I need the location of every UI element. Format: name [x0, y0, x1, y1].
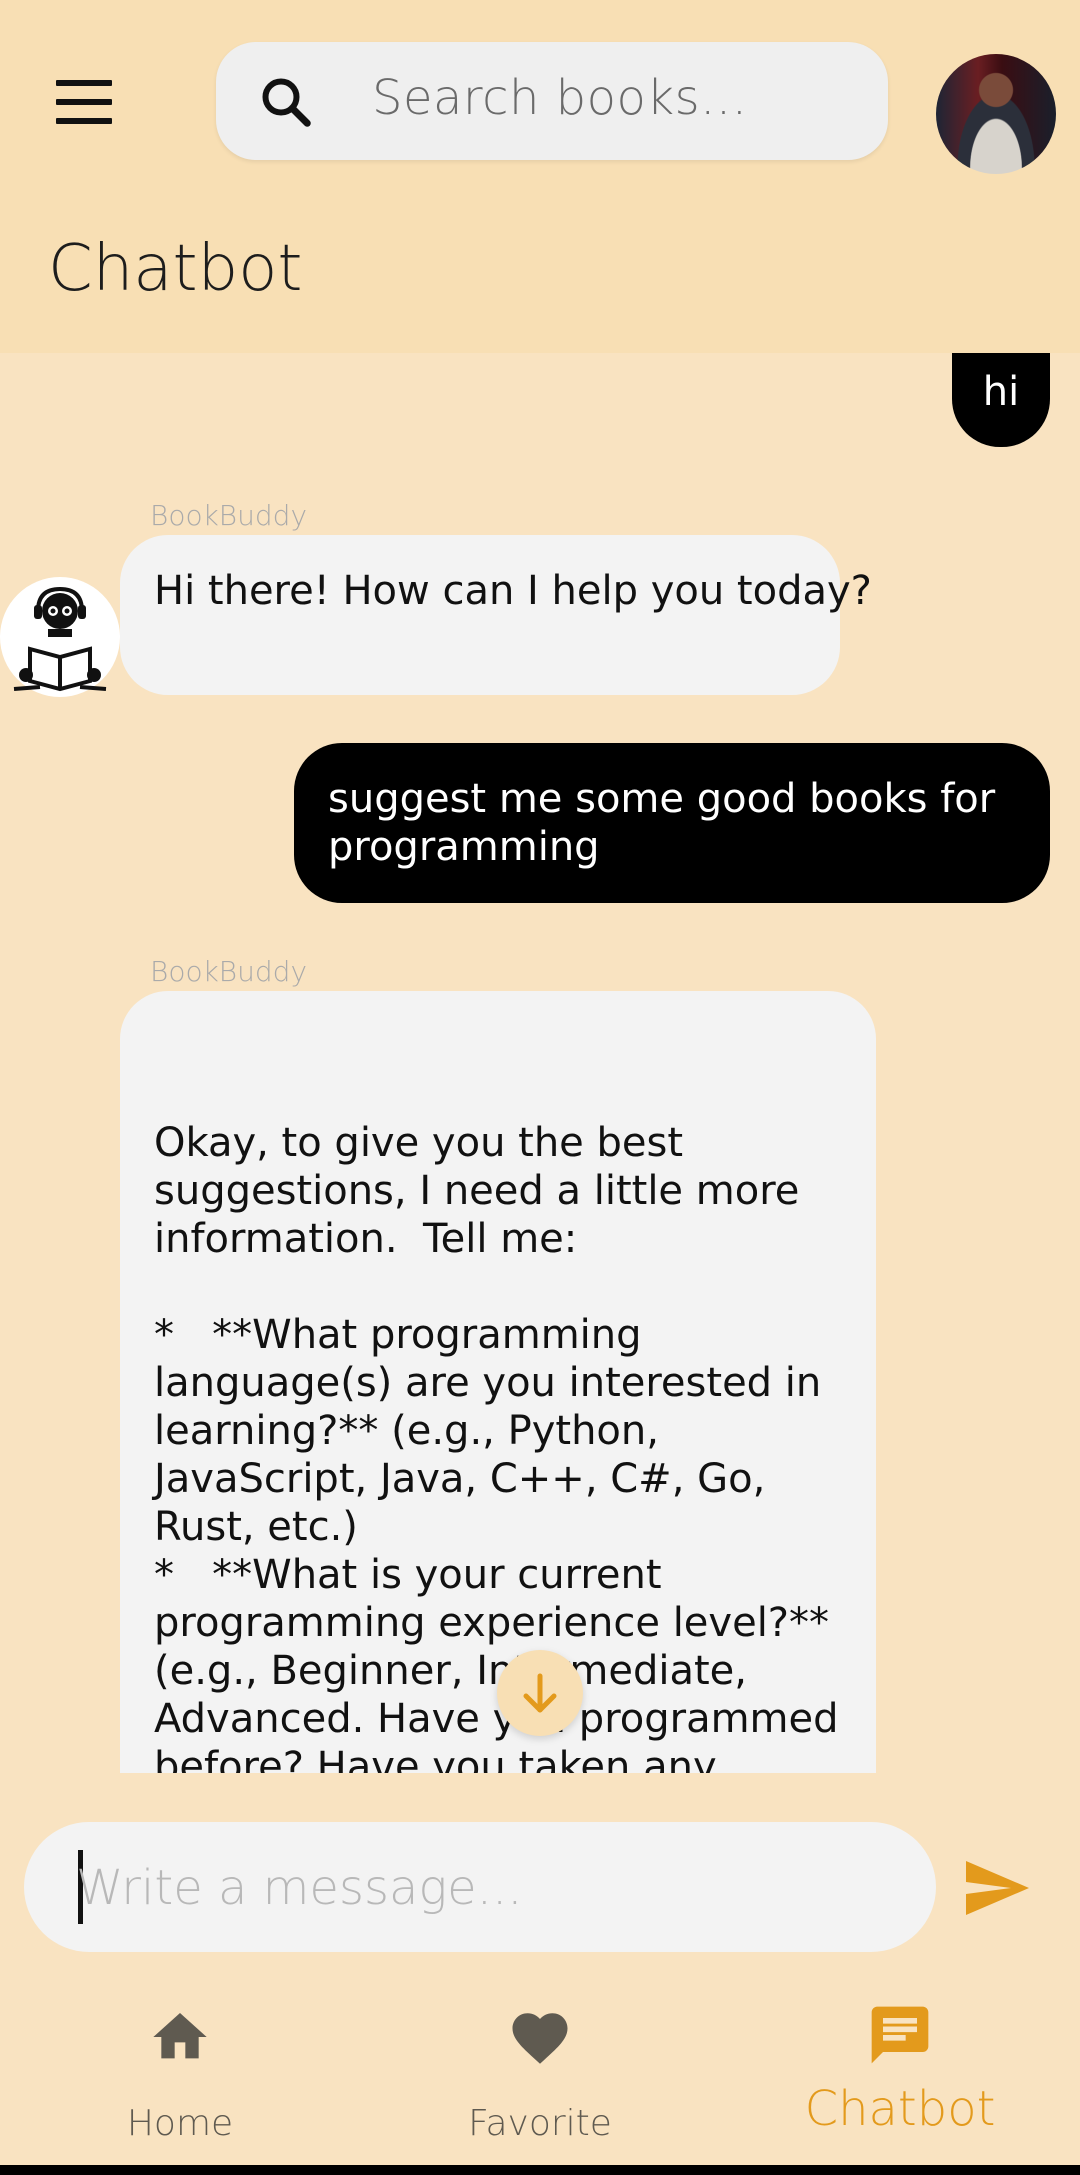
- search-icon: [262, 78, 311, 127]
- bot-message: Hi there! How can I help you today?: [120, 535, 872, 695]
- nav-item-chatbot[interactable]: Chatbot: [720, 1973, 1080, 2165]
- message-input[interactable]: [74, 1822, 898, 1954]
- arrow-down-icon: [523, 1673, 557, 1713]
- chat-icon: [871, 2006, 929, 2064]
- sender-label: BookBuddy: [150, 499, 308, 532]
- user-message: hi: [952, 353, 1050, 447]
- robot-reading-icon: [13, 586, 107, 692]
- sender-label: BookBuddy: [150, 955, 308, 988]
- avatar[interactable]: [936, 54, 1056, 174]
- search-bar[interactable]: Search books...: [216, 42, 888, 160]
- nav-label: Chatbot: [804, 2081, 996, 2137]
- bot-avatar: [0, 577, 120, 697]
- send-button[interactable]: [960, 1852, 1032, 1924]
- message-composer[interactable]: [24, 1822, 936, 1954]
- bottom-navigation: Home Favorite Chatbot: [0, 1973, 1080, 2165]
- send-icon: [966, 1861, 1029, 1915]
- menu-icon[interactable]: [56, 80, 112, 124]
- system-gesture-bar: [0, 2165, 1080, 2175]
- page-title: Chatbot: [48, 232, 303, 306]
- chat-messages: hi BookBuddy Hi there! How can I help yo…: [0, 353, 1080, 1773]
- user-message: suggest me some good books for programmi…: [294, 743, 1050, 903]
- app-header: Search books... Chatbot: [0, 0, 1080, 353]
- nav-item-home[interactable]: Home: [0, 1973, 360, 2165]
- heart-icon: [512, 2013, 568, 2064]
- nav-label: Favorite: [468, 2103, 612, 2144]
- nav-item-favorite[interactable]: Favorite: [360, 1973, 720, 2165]
- nav-label: Home: [126, 2103, 234, 2144]
- scroll-to-bottom-button[interactable]: [497, 1650, 583, 1736]
- home-icon: [153, 2013, 207, 2059]
- search-input[interactable]: Search books...: [372, 70, 747, 126]
